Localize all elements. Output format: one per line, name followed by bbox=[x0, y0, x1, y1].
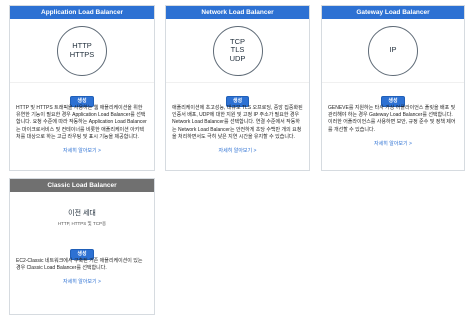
alb-learn-more-link[interactable]: 자세히 알아보기 > bbox=[10, 147, 154, 154]
alb-protocol-icon: HTTP HTTPS bbox=[57, 25, 107, 76]
clb-generation-area: 이전 세대 HTTP, HTTPS 및 TCP용 bbox=[10, 192, 154, 242]
nlb-card: Network Load Balancer TCP TLS UDP 생성 애플리… bbox=[165, 5, 310, 171]
alb-description: HTTP 및 HTTPS 트래픽을 사용하는 웹 애플리케이션을 위한 유연한 … bbox=[16, 105, 147, 140]
alb-card-title: Application Load Balancer bbox=[10, 6, 154, 19]
nlb-card-title: Network Load Balancer bbox=[166, 6, 309, 19]
alb-card: Application Load Balancer HTTP HTTPS 생성 … bbox=[9, 5, 155, 171]
nlb-description: 애플리케이션에 초고성능, 대규모 TLS 오프로딩, 중앙 집중화된 인증서 … bbox=[172, 105, 303, 140]
nlb-protocol-icon: TCP TLS UDP bbox=[212, 25, 263, 76]
gwlb-description: GENEVE를 지원하는 타사 가상 어플라이언스 플릿을 배포 및 관리해야 … bbox=[328, 105, 456, 133]
alb-protocol-https: HTTPS bbox=[69, 49, 95, 59]
clb-generation-sublabel: HTTP, HTTPS 및 TCP용 bbox=[57, 220, 107, 226]
clb-learn-more-link[interactable]: 자세히 알아보기 > bbox=[10, 278, 154, 285]
gwlb-protocol-ip: IP bbox=[389, 45, 397, 55]
gwlb-icon-area: IP bbox=[322, 19, 464, 83]
nlb-icon-area: TCP TLS UDP bbox=[166, 19, 309, 83]
alb-icon-area: HTTP HTTPS bbox=[10, 19, 154, 83]
clb-card-title: Classic Load Balancer bbox=[10, 179, 154, 192]
clb-card: Classic Load Balancer 이전 세대 HTTP, HTTPS … bbox=[9, 178, 155, 315]
gwlb-learn-more-link[interactable]: 자세히 알아보기 > bbox=[322, 140, 464, 147]
gwlb-card-title: Gateway Load Balancer bbox=[322, 6, 464, 19]
gwlb-protocol-icon: IP bbox=[368, 25, 418, 76]
nlb-learn-more-link[interactable]: 자세히 알아보기 > bbox=[166, 147, 309, 154]
gwlb-card: Gateway Load Balancer IP 생성 GENEVE를 지원하는… bbox=[321, 5, 465, 171]
nlb-protocol-udp: UDP bbox=[229, 53, 246, 63]
clb-generation-label: 이전 세대 bbox=[68, 209, 96, 217]
